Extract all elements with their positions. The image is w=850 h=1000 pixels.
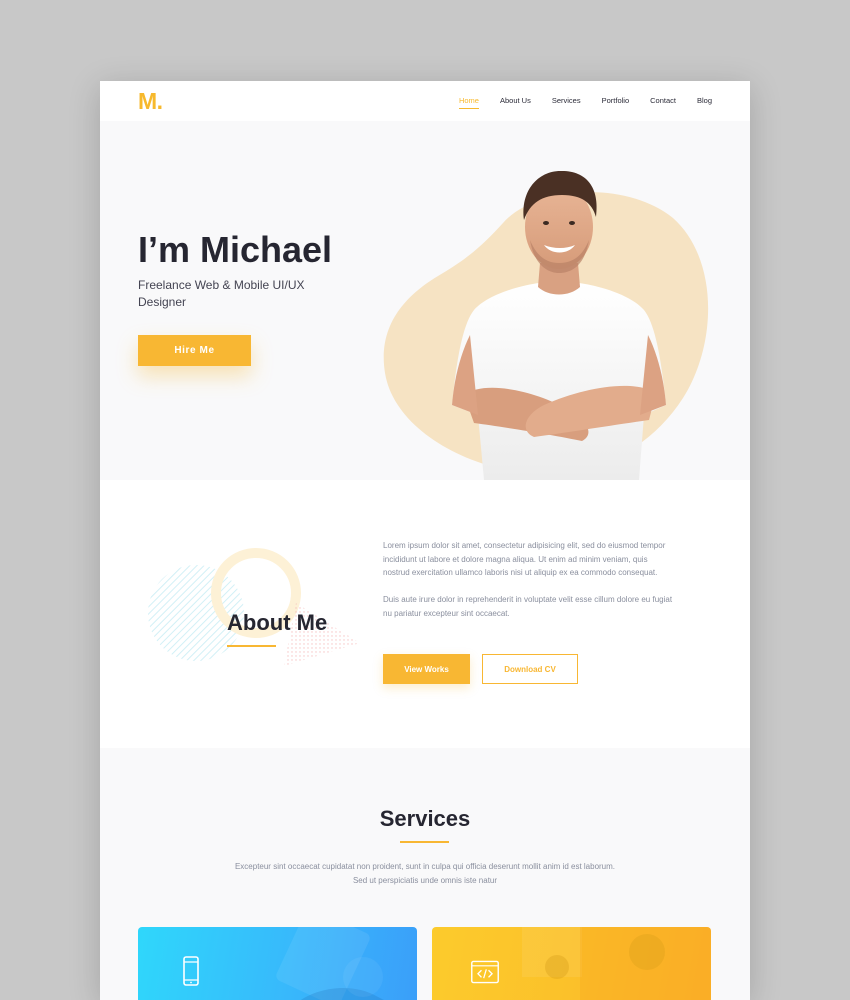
download-cv-button[interactable]: Download CV (482, 654, 578, 684)
about-paragraph: Duis aute irure dolor in reprehenderit i… (383, 595, 673, 618)
hero-title: I’m Michael (138, 229, 333, 270)
mobile-icon (183, 956, 199, 986)
nav-item-home[interactable]: Home (458, 96, 479, 109)
services-description: Excepteur sint occaecat cupidatat non pr… (234, 862, 616, 885)
about-paragraph: Lorem ipsum dolor sit amet, consectetur … (383, 541, 666, 578)
nav-menu: Home About Us Services Portfolio Contact… (458, 96, 712, 109)
code-window-icon (471, 960, 499, 984)
nav-item-portfolio[interactable]: Portfolio (602, 96, 630, 105)
about-title-underline (227, 645, 276, 647)
service-card-mobile[interactable] (138, 927, 417, 1000)
about-section: About Me Lorem ipsum dolor sit amet, con… (100, 480, 750, 748)
service-card-web[interactable] (432, 927, 711, 1000)
nav-item-about-us[interactable]: About Us (500, 96, 531, 105)
page-frame: M. Home About Us Services Portfolio Cont… (100, 81, 750, 1000)
hire-me-button[interactable]: Hire Me (138, 335, 251, 366)
top-nav: M. Home About Us Services Portfolio Cont… (100, 81, 750, 121)
view-works-button[interactable]: View Works (383, 654, 470, 684)
hero-portrait-image (452, 170, 666, 480)
about-title: About Me (227, 610, 328, 635)
logo[interactable]: M. (138, 88, 163, 115)
nav-item-blog[interactable]: Blog (697, 96, 712, 105)
about-text: Lorem ipsum dolor sit amet, consectetur … (383, 539, 673, 621)
services-section: Services Excepteur sint occaecat cupidat… (100, 748, 750, 1000)
services-title: Services (379, 806, 471, 831)
services-title-underline (400, 841, 449, 843)
about-decorative-shapes (148, 548, 360, 666)
nav-item-services[interactable]: Services (552, 96, 581, 105)
hero-section: I’m Michael Freelance Web & Mobile UI/UX… (100, 121, 750, 480)
hero-subtitle: Freelance Web & Mobile UI/UX Designer (138, 278, 305, 309)
nav-item-contact[interactable]: Contact (650, 96, 676, 105)
